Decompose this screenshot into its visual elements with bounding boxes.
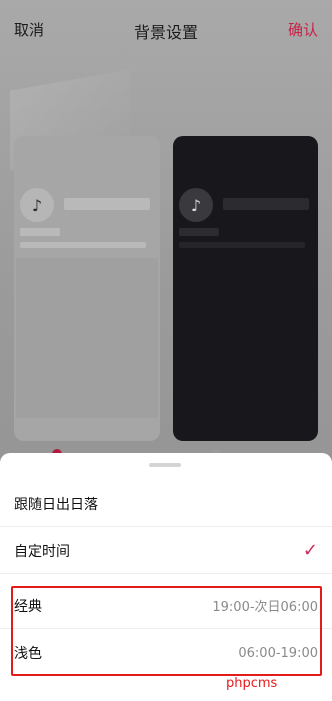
placeholder-bar: [20, 242, 146, 248]
placeholder-bar: [223, 198, 309, 210]
placeholder-bar: [179, 228, 219, 236]
page-title: 背景设置: [133, 23, 198, 42]
light-theme-preview[interactable]: ♪: [14, 136, 160, 441]
option-label: 跟随日出日落: [14, 496, 98, 513]
annotation-highlight-box: [11, 586, 322, 676]
watermark: phpcms: [226, 676, 278, 691]
top-bar: 取消 背景设置 确认: [0, 0, 332, 60]
preview-panel: [16, 258, 158, 418]
placeholder-bar: [64, 198, 150, 210]
placeholder-bar: [179, 242, 305, 248]
sheet-handle[interactable]: [149, 463, 181, 467]
option-row-custom-time[interactable]: 自定时间 ✓: [0, 528, 332, 574]
tiktok-logo-icon: ♪: [179, 188, 213, 222]
confirm-button[interactable]: 确认: [288, 19, 318, 40]
option-label: 自定时间: [14, 543, 70, 560]
placeholder-bar: [20, 228, 60, 236]
dark-theme-preview[interactable]: ♪: [173, 136, 318, 441]
option-row-sunrise-sunset[interactable]: 跟随日出日落: [0, 481, 332, 527]
checkmark-icon: ✓: [302, 540, 318, 561]
tiktok-logo-icon: ♪: [20, 188, 54, 222]
